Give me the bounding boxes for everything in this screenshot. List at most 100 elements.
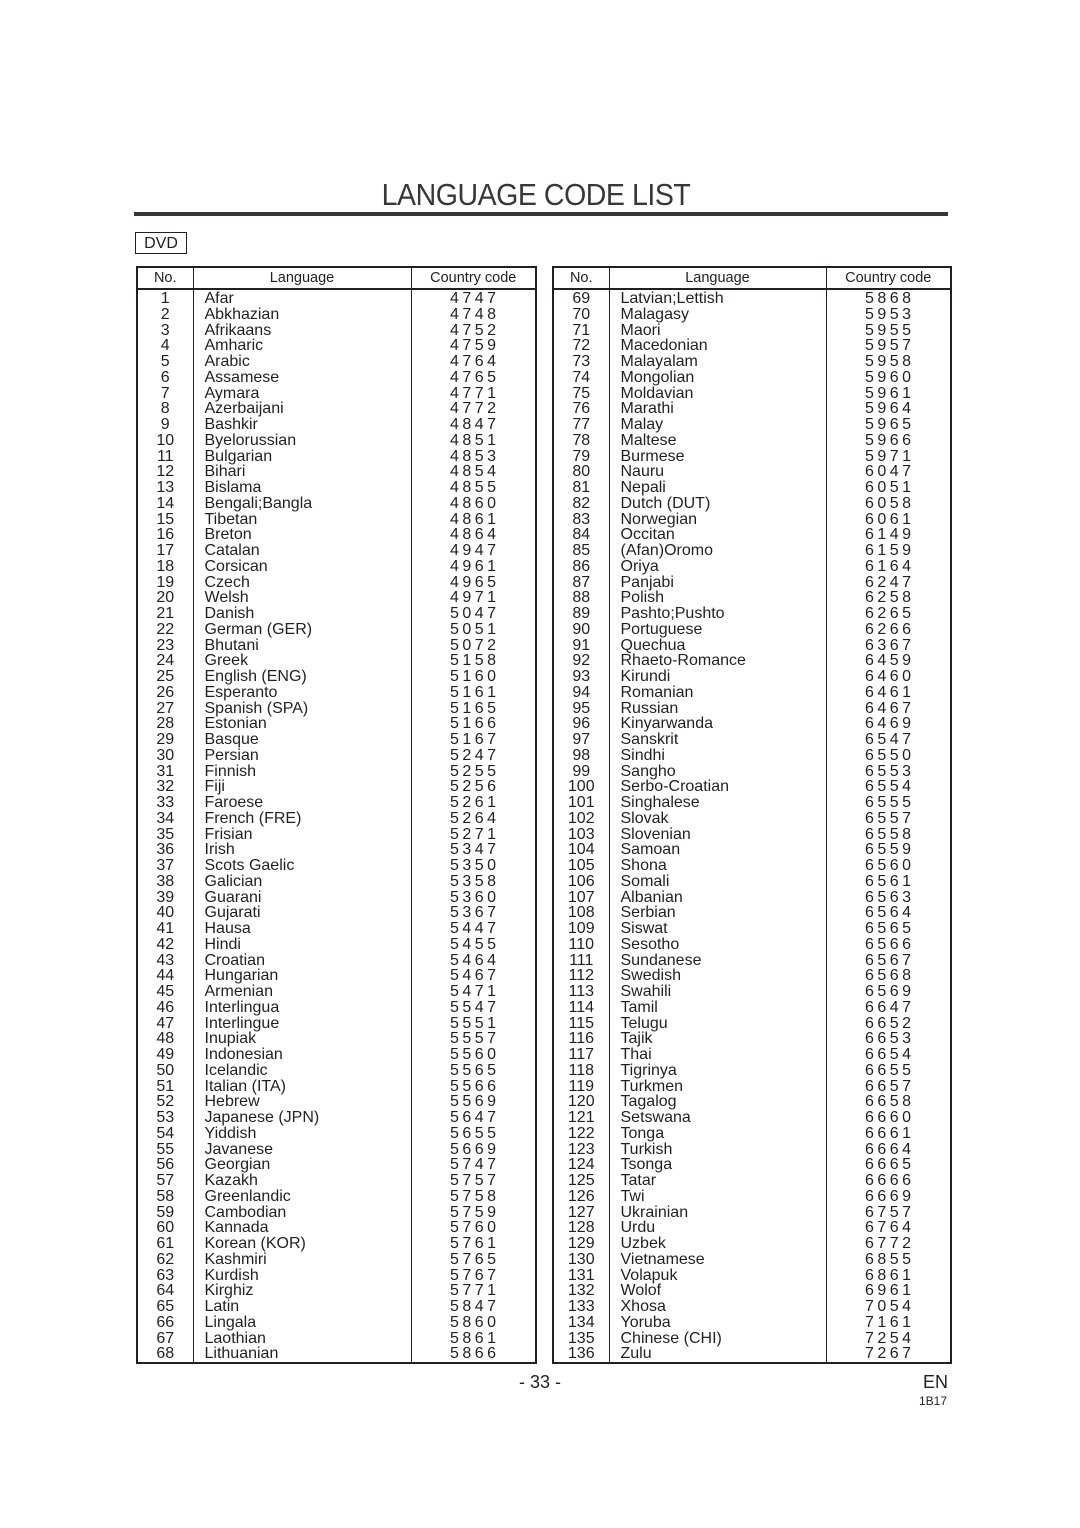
country-code: 5560 xyxy=(410,1047,536,1063)
language-name: Welsh xyxy=(192,590,411,606)
country-code: 7254 xyxy=(825,1330,951,1347)
header-no: No. xyxy=(553,267,609,290)
row-number: 43 xyxy=(156,951,175,969)
row-number: 1 xyxy=(160,290,170,307)
row-number: 51 xyxy=(156,1077,175,1095)
country-code: 6266 xyxy=(825,621,951,638)
language-name: Zulu xyxy=(608,1346,826,1363)
language-name: Arabic xyxy=(192,354,411,370)
language-name: Wolof xyxy=(608,1283,826,1299)
language-name: Kurdish xyxy=(192,1267,411,1284)
row-number: 36 xyxy=(156,841,175,859)
table-row: 19 Czech 4965 xyxy=(137,574,536,591)
language-name: Hindi xyxy=(192,936,411,953)
table-row: 40 Gujarati 5367 xyxy=(137,905,536,921)
language-name: Italian (ITA) xyxy=(192,1078,411,1095)
country-code: 6861 xyxy=(825,1267,951,1284)
country-code: 6569 xyxy=(825,984,951,1000)
language-name: Armenian xyxy=(192,984,411,1000)
language-name: Serbian xyxy=(608,905,826,921)
country-code: 5158 xyxy=(410,653,536,669)
row-number: 105 xyxy=(567,857,595,874)
country-code: 5051 xyxy=(410,621,536,638)
country-code: 5167 xyxy=(410,732,536,748)
row-number: 52 xyxy=(156,1093,175,1111)
table-row: 51 Italian (ITA) 5566 xyxy=(137,1077,536,1095)
row-number: 114 xyxy=(568,998,594,1016)
row-number: 64 xyxy=(156,1282,175,1300)
table-row: 92 Rhaeto-Romance 6459 xyxy=(553,653,951,669)
country-code: 5961 xyxy=(825,385,951,402)
country-code: 5551 xyxy=(410,1015,536,1032)
row-number: 31 xyxy=(156,762,175,780)
row-number: 84 xyxy=(572,526,591,544)
header-country-code: Country code xyxy=(825,267,951,290)
row-number: 13 xyxy=(156,479,175,496)
country-code: 5455 xyxy=(410,936,536,953)
language-name: Rhaeto-Romance xyxy=(608,653,826,669)
language-name: Cambodian xyxy=(192,1204,411,1221)
table-row: 21 Danish 5047 xyxy=(137,606,536,622)
row-number: 67 xyxy=(156,1329,175,1347)
language-name: Bashkir xyxy=(192,417,411,433)
table-row: 99 Sangho 6553 xyxy=(553,762,951,780)
language-name: Twi xyxy=(608,1188,826,1205)
country-code: 5960 xyxy=(825,369,951,386)
row-number: 92 xyxy=(572,652,591,670)
table-row: 32 Fiji 5256 xyxy=(137,779,536,795)
table-row: 128 Urdu 6764 xyxy=(553,1220,951,1236)
country-code: 6567 xyxy=(825,952,951,969)
country-code: 4971 xyxy=(410,590,536,606)
language-name: Norwegian xyxy=(608,511,826,528)
country-code: 5765 xyxy=(410,1251,536,1268)
header-no: No. xyxy=(137,267,193,290)
row-number: 80 xyxy=(572,463,591,481)
language-name: Maltese xyxy=(608,432,826,449)
row-number: 10 xyxy=(156,431,175,449)
country-code: 6666 xyxy=(825,1173,951,1189)
language-name: Kannada xyxy=(192,1220,411,1236)
header-language: Language xyxy=(192,267,411,290)
language-name: Galician xyxy=(192,873,411,890)
language-name: Finnish xyxy=(192,763,411,780)
language-name: Sindhi xyxy=(608,747,826,764)
row-number: 65 xyxy=(156,1298,175,1315)
language-name: Nepali xyxy=(608,480,826,496)
language-name: Oriya xyxy=(608,558,826,575)
country-code: 5464 xyxy=(410,952,536,969)
language-name: Tamil xyxy=(608,999,826,1016)
language-name: Kirghiz xyxy=(192,1283,411,1299)
table-row: 113 Swahili 6569 xyxy=(553,984,951,1000)
row-number: 63 xyxy=(156,1266,175,1284)
table-row: 25 English (ENG) 5160 xyxy=(137,669,536,685)
row-number: 99 xyxy=(572,762,591,780)
table-row: 134 Yoruba 7161 xyxy=(553,1314,951,1331)
country-code: 6564 xyxy=(825,905,951,921)
row-number: 106 xyxy=(567,872,595,890)
country-code: 5467 xyxy=(410,968,536,984)
table-row: 66 Lingala 5860 xyxy=(137,1314,536,1331)
country-code: 4847 xyxy=(410,417,536,433)
language-name: Turkish xyxy=(608,1141,826,1158)
country-code: 5767 xyxy=(410,1267,536,1284)
country-code: 6550 xyxy=(825,747,951,764)
row-number: 50 xyxy=(156,1061,175,1079)
country-code: 4747 xyxy=(410,289,536,307)
language-name: Interlingua xyxy=(192,999,411,1016)
row-number: 116 xyxy=(568,1030,594,1048)
language-name: Japanese (JPN) xyxy=(192,1110,411,1126)
country-code: 5964 xyxy=(825,401,951,417)
language-name: Guarani xyxy=(192,889,411,906)
table-row: 29 Basque 5167 xyxy=(137,732,536,748)
table-row: 13 Bislama 4855 xyxy=(137,480,536,496)
table-row: 108 Serbian 6564 xyxy=(553,905,951,921)
language-name: Maori xyxy=(608,322,826,339)
row-number: 55 xyxy=(156,1140,175,1158)
language-name: Telugu xyxy=(608,1015,826,1032)
table-row: 7 Aymara 4771 xyxy=(137,385,536,402)
language-name: Latvian;Lettish xyxy=(608,289,826,307)
country-code: 4748 xyxy=(410,306,536,323)
table-header-row: No. Language Country code xyxy=(553,267,951,290)
language-name: Greenlandic xyxy=(192,1188,411,1205)
table-row: 103 Slovenian 6558 xyxy=(553,826,951,843)
